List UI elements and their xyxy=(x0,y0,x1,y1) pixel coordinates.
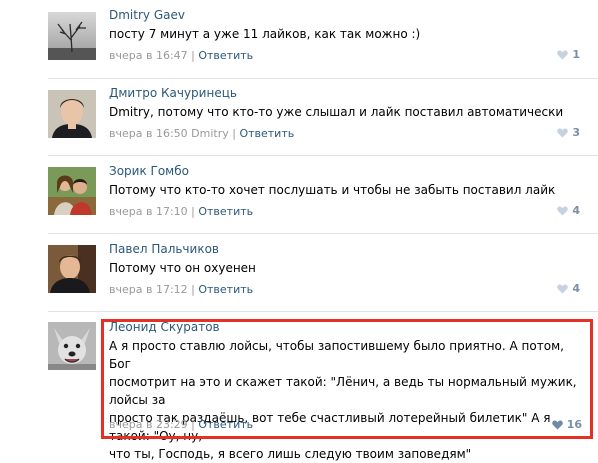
comment-date[interactable]: вчера в 16:47 xyxy=(109,49,188,62)
reply-button[interactable]: Ответить xyxy=(198,205,253,218)
like-count: 4 xyxy=(572,282,580,295)
like-button[interactable]: 4 xyxy=(557,204,580,217)
comment-meta: вчера в 16:50 Dmitry | Ответить xyxy=(109,127,294,140)
like-button[interactable]: 3 xyxy=(557,126,580,139)
comment-text-line: что ты, Господь, я всего лишь следую тво… xyxy=(109,447,472,461)
avatar[interactable] xyxy=(48,245,96,293)
comment-separator xyxy=(48,155,598,156)
comment-author[interactable]: Павел Пальчиков xyxy=(109,242,219,256)
comment-meta: вчера в 17:12 | Ответить xyxy=(109,283,253,296)
heart-icon xyxy=(557,128,569,138)
like-count: 3 xyxy=(572,126,580,139)
like-button[interactable]: 4 xyxy=(557,282,580,295)
comment-date[interactable]: вчера в 16:50 xyxy=(109,127,188,140)
comment-date[interactable]: вчера в 17:12 xyxy=(109,283,188,296)
comment-separator xyxy=(48,233,598,234)
comment-separator xyxy=(48,311,598,312)
comment-author[interactable]: Дмитро Качуринець xyxy=(109,86,237,100)
reply-button[interactable]: Ответить xyxy=(239,127,294,140)
comment-text: посту 7 минут а уже 11 лайков, как так м… xyxy=(109,27,421,41)
like-count: 1 xyxy=(572,48,580,61)
heart-icon xyxy=(557,284,569,294)
heart-icon xyxy=(557,50,569,60)
comment-author[interactable]: Dmitry Gaev xyxy=(109,8,185,22)
comment-text: Потому что он охуенен xyxy=(109,261,256,275)
comment-meta: вчера в 16:47 | Ответить xyxy=(109,49,253,62)
like-button[interactable]: 1 xyxy=(557,48,580,61)
like-count: 4 xyxy=(572,204,580,217)
avatar[interactable] xyxy=(48,12,96,60)
comment-separator xyxy=(48,78,598,79)
comment-author[interactable]: Зорик Гомбо xyxy=(109,164,189,178)
comment-text: Потому что кто-то хочет послушать и чтоб… xyxy=(109,183,556,197)
comment-meta: вчера в 17:10 | Ответить xyxy=(109,205,253,218)
reply-button[interactable]: Ответить xyxy=(198,49,253,62)
avatar[interactable] xyxy=(48,90,96,138)
comment-date[interactable]: вчера в 17:10 xyxy=(109,205,188,218)
comment-text: Dmitry, потому что кто-то уже слышал и л… xyxy=(109,105,564,119)
reply-to-name[interactable]: Dmitry xyxy=(191,127,229,140)
avatar[interactable] xyxy=(48,322,96,370)
reply-button[interactable]: Ответить xyxy=(198,283,253,296)
heart-icon xyxy=(557,206,569,216)
highlight-box xyxy=(101,319,593,439)
avatar[interactable] xyxy=(48,167,96,215)
